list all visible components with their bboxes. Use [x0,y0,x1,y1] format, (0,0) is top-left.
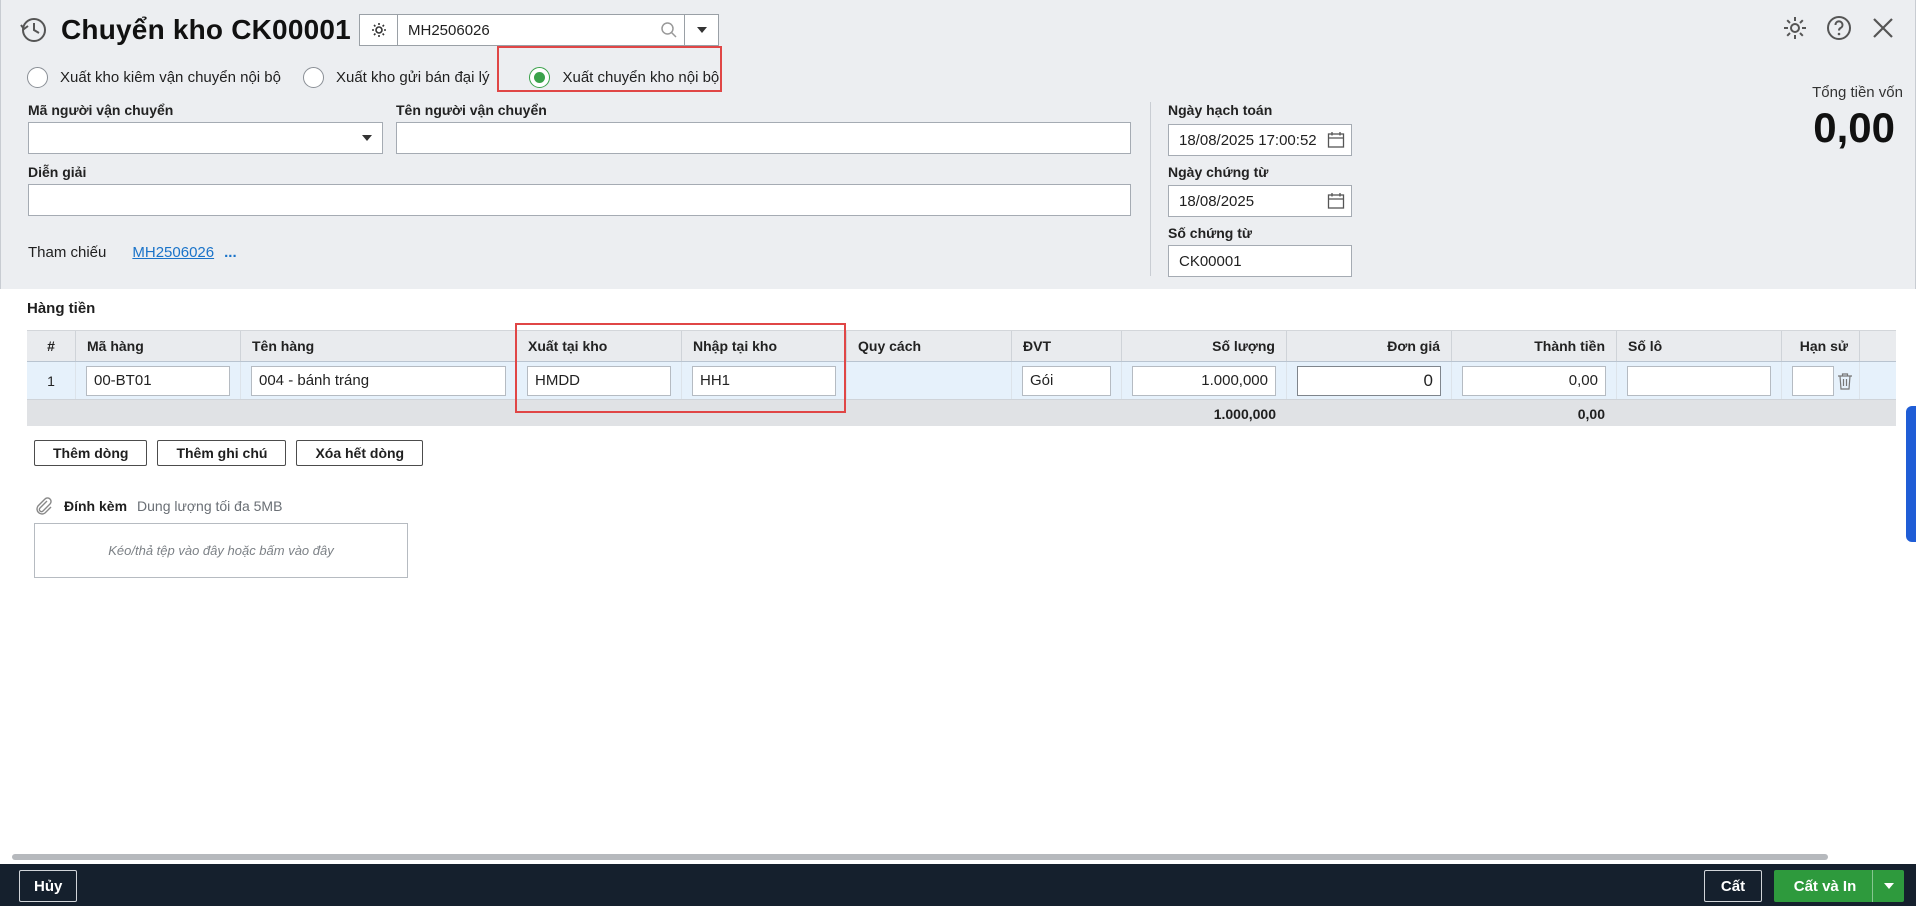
paperclip-icon [36,497,52,515]
item-name-cell[interactable]: 004 - bánh tráng [241,362,517,399]
calendar-icon [1327,132,1345,148]
col-header-lot: Số lô [1617,331,1782,361]
carrier-name-input[interactable] [396,122,1131,154]
col-header-spec: Quy cách [847,331,1012,361]
total-cost-label: Tổng tiền vốn [1812,84,1903,101]
highlight-box [497,46,722,92]
posting-date-label: Ngày hạch toán [1168,102,1273,118]
item-name-input[interactable]: 004 - bánh tráng [251,365,506,396]
unit-cell[interactable]: Gói [1012,362,1122,399]
form-header-area: Chuyển kho CK00001 MH2506026 Xuất kho ki… [0,0,1916,289]
radio-internal-transport[interactable]: Xuất kho kiêm vận chuyển nội bộ [27,66,281,88]
spec-cell[interactable] [847,362,1012,399]
attachment-dropzone[interactable]: Kéo/thả tệp vào đây hoặc bấm vào đây [34,523,408,578]
grid-actions: Thêm dòng Thêm ghi chú Xóa hết dòng [34,440,424,466]
attachment-header: Đính kèm Dung lượng tối đa 5MB [34,496,282,516]
description-label: Diễn giải [28,164,87,180]
section-title: Hàng tiền [27,300,96,317]
voucher-number-input[interactable]: CK00001 [1168,245,1352,277]
attachment-limit: Dung lượng tối đa 5MB [137,498,283,514]
cancel-button[interactable]: Hủy [19,870,78,902]
carrier-code-select[interactable] [28,122,383,154]
grid-summary-row [27,400,1896,426]
voucher-number-label: Số chứng từ [1168,225,1253,241]
reference-input[interactable]: MH2506026 [398,15,654,45]
radio-button[interactable] [27,66,48,88]
combo-settings-button[interactable] [360,15,398,45]
description-input[interactable] [28,184,1131,216]
save-and-print-button[interactable]: Cất và In [1774,870,1904,902]
calendar-icon [1327,193,1345,209]
lot-input[interactable] [1627,365,1771,396]
unit-price-cell[interactable]: 0 [1287,362,1452,399]
add-row-button[interactable]: Thêm dòng [34,440,148,466]
voucher-date-label: Ngày chứng từ [1168,164,1269,180]
amount-input[interactable]: 0,00 [1462,365,1606,396]
col-header-code: Mã hàng [76,331,241,361]
chevron-down-icon [362,135,372,141]
save-and-print-label: Cất và In [1793,877,1857,895]
side-panel-toggle[interactable] [1906,406,1916,542]
gear-icon [371,23,386,37]
attachment-title: Đính kèm [64,498,128,514]
items-grid: # Mã hàng Tên hàng Xuất tại kho Nhập tại… [27,330,1896,426]
col-header-no: # [27,331,76,361]
delete-all-rows-button[interactable]: Xóa hết dòng [296,440,424,466]
reference-label: Tham chiếu [28,244,107,261]
reference-combobox[interactable]: MH2506026 [359,14,719,46]
radio-label: Xuất kho kiêm vận chuyển nội bộ [60,68,281,86]
vertical-divider [1150,102,1151,276]
history-icon[interactable] [19,15,49,45]
highlight-box [515,323,846,413]
save-button[interactable]: Cất [1704,870,1762,902]
title-row: Chuyển kho CK00001 [19,12,351,48]
close-icon[interactable] [1869,14,1897,42]
unit-input[interactable]: Gói [1022,365,1111,396]
col-header-expiry: Hạn sử [1782,331,1860,361]
lot-cell[interactable] [1617,362,1782,399]
grid-header: # Mã hàng Tên hàng Xuất tại kho Nhập tại… [27,330,1896,362]
sum-quantity: 1.000,000 [1213,406,1276,422]
trash-icon [1838,372,1852,390]
row-number: 1 [27,362,76,399]
add-note-button[interactable]: Thêm ghi chú [157,440,287,466]
unit-price-input[interactable]: 0 [1297,365,1441,396]
col-header-unit: ĐVT [1012,331,1122,361]
radio-agency-consignment[interactable]: Xuất kho gửi bán đại lý [302,66,490,88]
expiry-cell[interactable] [1782,362,1860,399]
search-icon[interactable] [654,15,684,45]
reference-link[interactable]: MH2506026 [132,244,214,261]
radio-button[interactable] [302,66,324,88]
amount-cell[interactable]: 0,00 [1452,362,1617,399]
chevron-down-icon[interactable] [1872,870,1904,902]
help-icon[interactable] [1825,14,1853,42]
reference-row: Tham chiếu MH2506026 ... [28,244,237,261]
posting-date-value: 18/08/2025 17:00:52 [1179,131,1317,149]
table-row[interactable]: 1 00-BT01 004 - bánh tráng HMDD HH1 Gói … [27,362,1896,400]
quantity-input[interactable]: 1.000,000 [1132,365,1276,396]
voucher-date-input[interactable]: 18/08/2025 [1168,185,1352,217]
settings-gear-icon[interactable] [1781,14,1809,42]
chevron-down-icon[interactable] [684,15,718,45]
radio-label: Xuất kho gửi bán đại lý [335,68,490,86]
col-header-unit-price: Đơn giá [1287,331,1452,361]
carrier-name-label: Tên người vận chuyển [396,102,547,118]
carrier-code-label: Mã người vận chuyển [28,102,174,118]
top-right-toolbar [1781,14,1897,42]
voucher-date-value: 18/08/2025 [1179,192,1255,210]
item-code-input[interactable]: 00-BT01 [86,365,230,396]
reference-more-button[interactable]: ... [224,244,237,261]
horizontal-scrollbar[interactable] [12,854,1828,860]
quantity-cell[interactable]: 1.000,000 [1122,362,1287,399]
col-header-amount: Thành tiền [1452,331,1617,361]
expiry-input[interactable] [1792,365,1834,396]
total-cost-value: 0,00 [1813,104,1895,151]
col-header-name: Tên hàng [241,331,517,361]
col-header-quantity: Số lượng [1122,331,1287,361]
page-title: Chuyển kho CK00001 [61,14,351,45]
posting-date-input[interactable]: 18/08/2025 17:00:52 [1168,124,1352,156]
sum-amount: 0,00 [1577,406,1605,422]
footer-toolbar: Hủy Cất Cất và In [0,864,1916,906]
item-code-cell[interactable]: 00-BT01 [76,362,241,399]
